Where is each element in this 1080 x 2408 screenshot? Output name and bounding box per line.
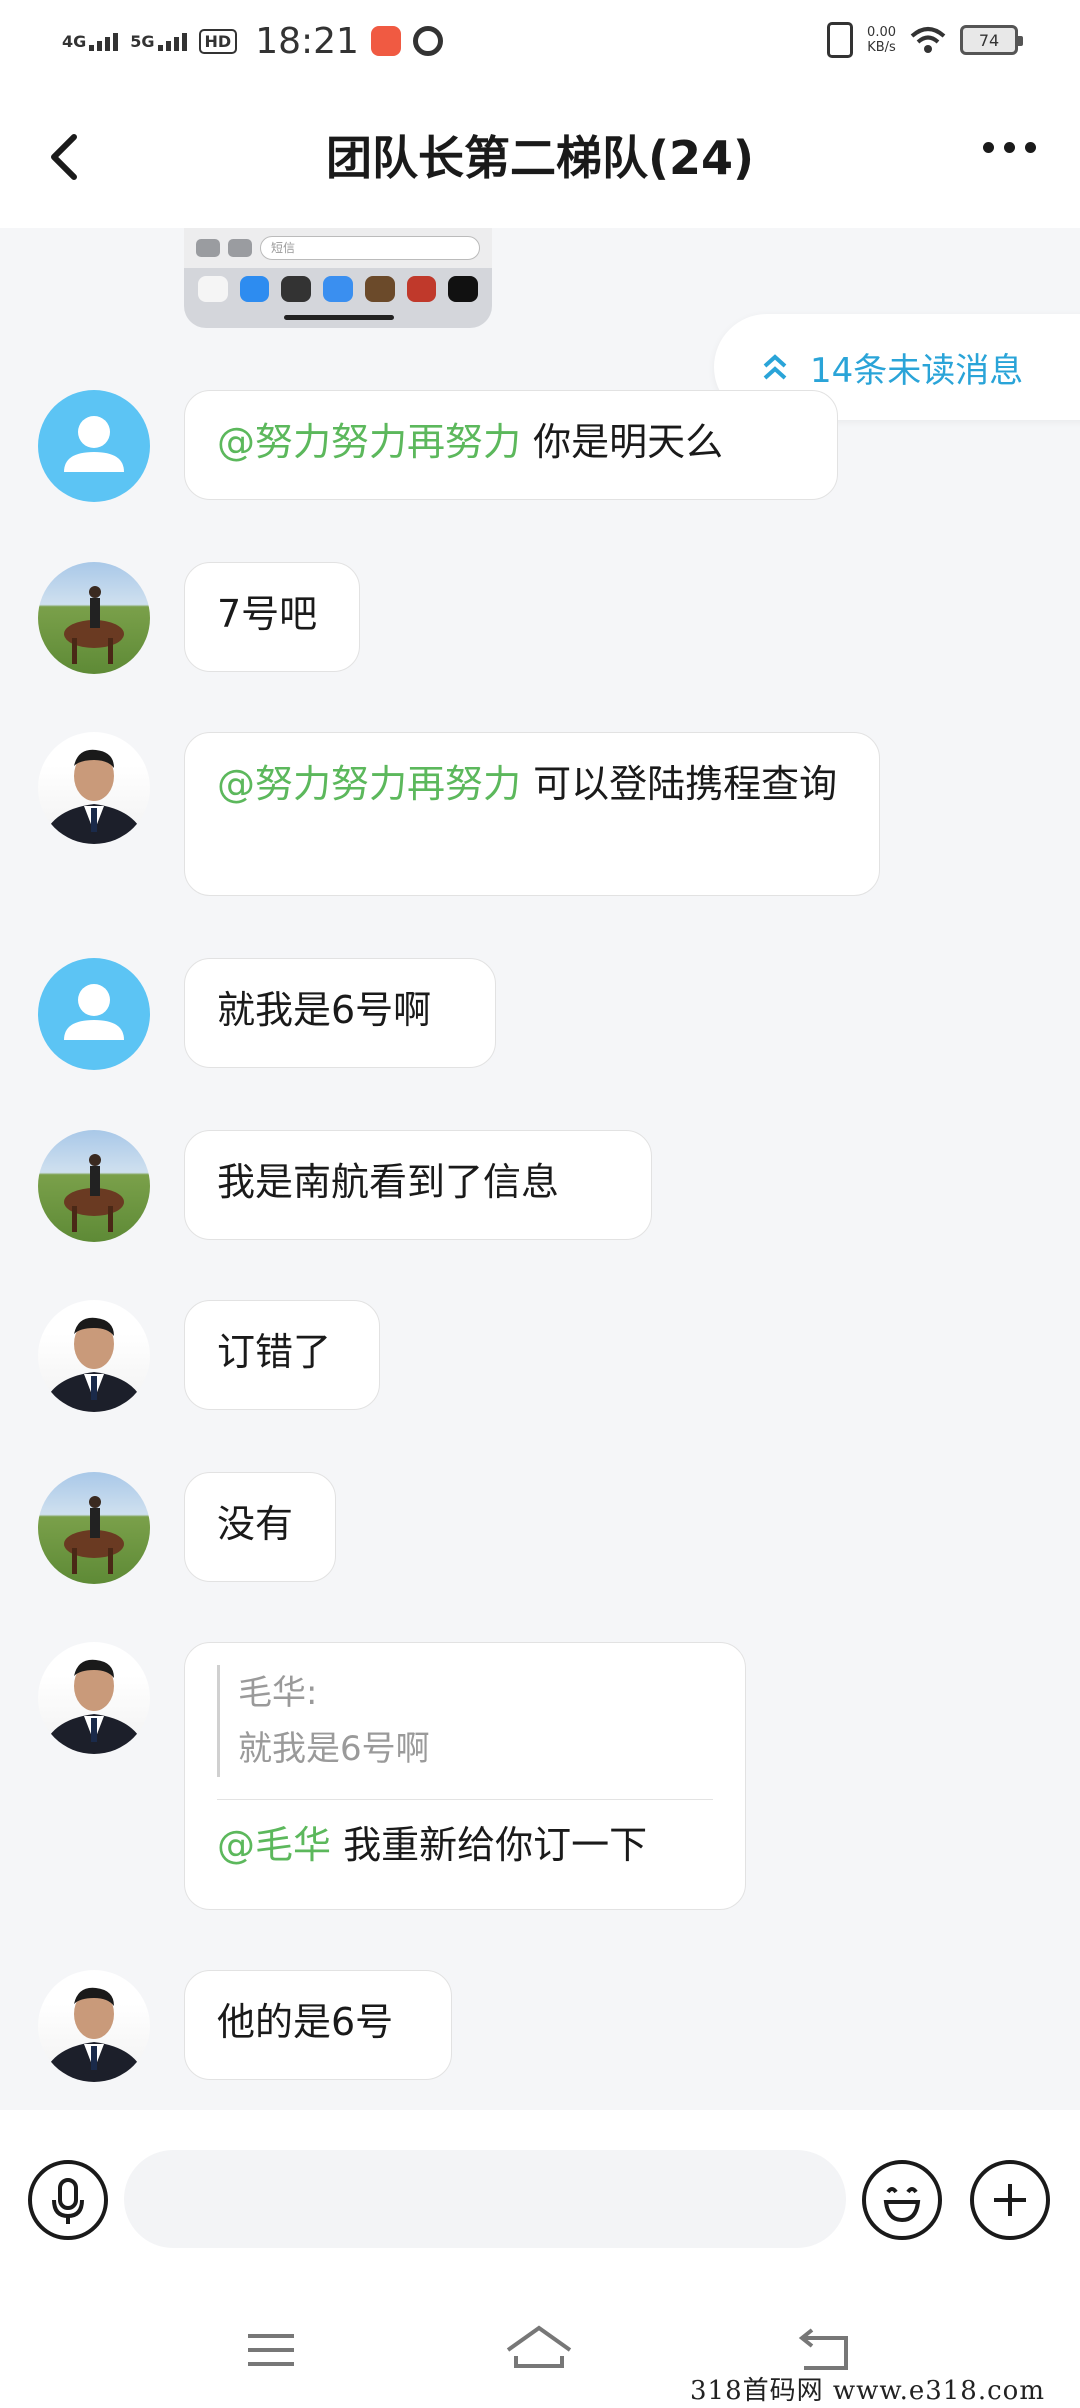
signal-bars-icon [89, 31, 119, 51]
more-dots-icon[interactable] [983, 142, 1036, 153]
network-5g-indicator: 5G [130, 31, 187, 51]
default-user-icon [64, 984, 124, 1040]
message-text: 我是南航看到了信息 [217, 1160, 560, 1204]
emoji-icon [883, 2187, 921, 2223]
message-text: 没有 [217, 1502, 294, 1546]
quote-text: 就我是6号啊 [238, 1729, 430, 1769]
browser-notification-icon [412, 26, 443, 56]
network-speed-value: 0.00 [867, 25, 896, 40]
status-time: 18:21 [255, 20, 359, 62]
avatar[interactable] [38, 1300, 150, 1412]
image-app-dock [184, 268, 492, 310]
camera-icon [196, 239, 220, 257]
message-text: 7号吧 [217, 592, 318, 636]
image-toolbar: 短信 [184, 228, 492, 268]
avatar[interactable] [38, 1970, 150, 2082]
more-actions-button[interactable] [970, 2160, 1050, 2240]
mention-link[interactable]: @努力努力再努力 [217, 420, 521, 464]
avatar[interactable] [38, 1642, 150, 1754]
status-right: 0.00 KB/s 74 [827, 22, 1023, 58]
image-input-field: 短信 [260, 236, 480, 260]
man-portrait-photo [42, 1659, 146, 1754]
network-4g-indicator: 4G [62, 31, 119, 51]
home-icon[interactable] [504, 2322, 574, 2378]
double-chevron-up-icon [763, 354, 787, 380]
message-bubble[interactable]: 他的是6号 [184, 1970, 452, 2080]
horse-rider-photo [64, 1496, 124, 1574]
appstore-icon [228, 239, 252, 257]
emoji-button[interactable] [862, 2160, 942, 2240]
network-4g-label: 4G [62, 32, 87, 51]
horse-rider-photo [64, 1154, 124, 1232]
message-bubble[interactable]: 就我是6号啊 [184, 958, 496, 1068]
default-user-icon [64, 416, 124, 472]
page-title: 团队长第二梯队(24) [325, 131, 755, 185]
chat-header: 团队长第二梯队(24) [0, 82, 1080, 228]
message-bubble[interactable]: @努力努力再努力 你是明天么 [184, 390, 838, 500]
status-bar: 4G 5G HD 18:21 0.00 KB/s 74 [0, 0, 1080, 82]
message-text: 你是明天么 [521, 420, 724, 464]
message-text: 他的是6号 [217, 2000, 394, 2044]
avatar[interactable] [38, 732, 150, 844]
message-input[interactable] [124, 2150, 846, 2248]
message-bubble[interactable]: @努力努力再努力 可以登陆携程查询 [184, 732, 880, 896]
signal-bars-icon [157, 31, 187, 51]
message-text: 订错了 [217, 1330, 332, 1374]
battery-indicator: 74 [960, 25, 1023, 55]
message-bubble[interactable]: 7号吧 [184, 562, 360, 672]
message-text: 就我是6号啊 [217, 988, 432, 1032]
man-portrait-photo [42, 749, 146, 844]
network-speed-unit: KB/s [867, 40, 896, 55]
avatar[interactable] [38, 1472, 150, 1584]
vibrate-icon [827, 22, 854, 58]
quoted-reply-bubble[interactable]: 毛华: 就我是6号啊 @毛华 我重新给你订一下 [184, 1642, 746, 1910]
quote-divider [217, 1799, 713, 1800]
message-text: 我重新给你订一下 [331, 1823, 648, 1867]
avatar[interactable] [38, 562, 150, 674]
avatar[interactable] [38, 1130, 150, 1242]
mention-link[interactable]: @努力努力再努力 [217, 762, 521, 806]
unread-count-label: 14条未读消息 [810, 350, 1024, 391]
app-notification-icon [370, 26, 401, 56]
menu-icon[interactable] [236, 2322, 306, 2378]
network-speed: 0.00 KB/s [867, 25, 896, 55]
quote-block[interactable]: 毛华: 就我是6号啊 [217, 1665, 713, 1777]
back-arrow-icon[interactable] [40, 127, 90, 187]
hd-voice-badge: HD [198, 28, 238, 54]
avatar[interactable] [38, 390, 150, 502]
avatar[interactable] [38, 958, 150, 1070]
voice-input-button[interactable] [28, 2160, 108, 2240]
wifi-icon [910, 27, 946, 53]
status-left: 4G 5G HD 18:21 [62, 21, 443, 62]
network-5g-label: 5G [130, 32, 155, 51]
message-bubble[interactable]: 我是南航看到了信息 [184, 1130, 652, 1240]
chat-area[interactable]: 短信 14条未读消息 @努力努力再努力 你是明天么 7号吧 @努力努力再努力 可… [0, 228, 1080, 2110]
mention-link[interactable]: @毛华 [217, 1823, 331, 1867]
message-text: 可以登陆携程查询 [521, 762, 838, 806]
plus-icon [994, 2184, 1026, 2216]
quote-author: 毛华: [238, 1673, 318, 1713]
image-message-thumbnail[interactable]: 短信 [184, 228, 492, 328]
man-portrait-photo [42, 1987, 146, 2082]
input-bar [0, 2110, 1080, 2298]
horse-rider-photo [64, 586, 124, 664]
message-bubble[interactable]: 没有 [184, 1472, 336, 1582]
man-portrait-photo [42, 1317, 146, 1412]
watermark-text: 318首码网 www.e318.com [690, 2376, 1045, 2406]
message-bubble[interactable]: 订错了 [184, 1300, 380, 1410]
home-indicator [284, 315, 394, 320]
microphone-icon [52, 2178, 84, 2224]
